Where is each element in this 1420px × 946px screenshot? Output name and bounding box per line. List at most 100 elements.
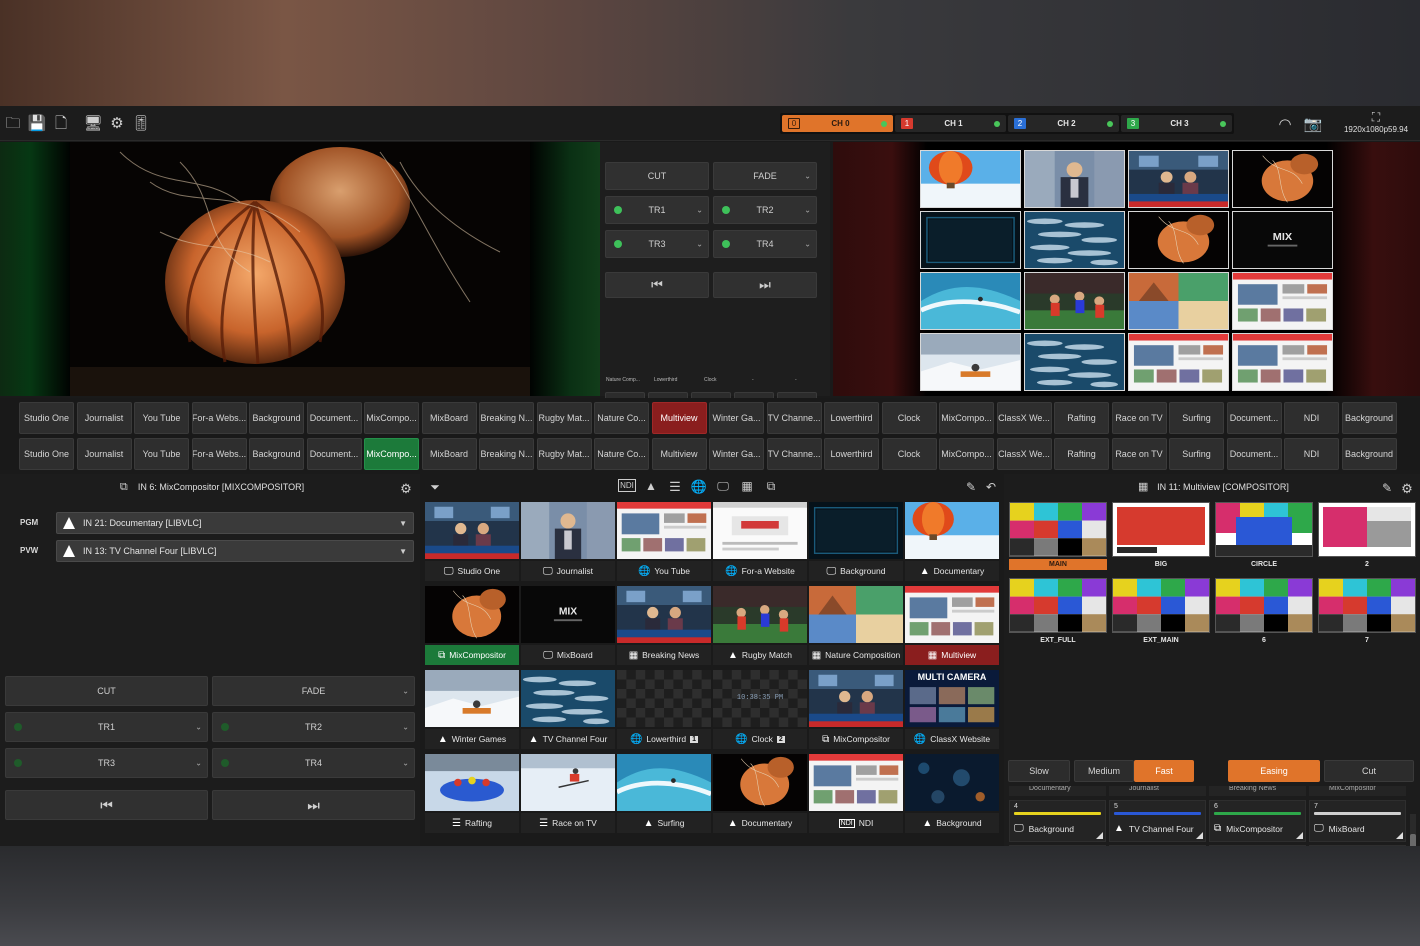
bus-source-button[interactable]: Rafting [1054, 438, 1109, 470]
gear-icon[interactable]: ⚙ [397, 478, 415, 498]
corner-resize-icon[interactable] [1196, 832, 1203, 839]
source-tile[interactable]: ▦ Nature Composition [809, 586, 903, 666]
speed-button-cut[interactable]: Cut [1324, 760, 1414, 782]
bus-source-button[interactable]: TV Channe... [766, 438, 822, 470]
bus-source-button[interactable]: Multiview [651, 438, 707, 470]
bus-source-button[interactable]: TV Channe... [766, 402, 822, 434]
source-tile[interactable]: ⧉ MixCompositor [425, 586, 519, 666]
bus-source-button[interactable]: MixCompo... [364, 438, 419, 470]
layout-preset-8[interactable]: 7 [1318, 578, 1416, 646]
multiview-input[interactable]: 10▦Nature Compos... [1209, 845, 1306, 846]
bus-source-button[interactable]: Surfing [1169, 402, 1224, 434]
bus-source-button[interactable]: Rugby Mat... [536, 438, 592, 470]
gear-icon[interactable]: ⚙ [108, 113, 126, 133]
skip-forward-button[interactable]: ⏭ [713, 272, 817, 298]
bus-source-button[interactable]: Journalist [76, 402, 132, 434]
preview-monitor[interactable] [0, 142, 600, 396]
corner-resize-icon[interactable] [1296, 832, 1303, 839]
bus-source-button[interactable]: MixCompo... [939, 402, 994, 434]
skip-forward-button[interactable]: ⏭ [212, 790, 415, 820]
multiview-input-cut[interactable]: Breaking News [1209, 786, 1306, 796]
source-tile[interactable]: 🖵 Studio One [425, 502, 519, 582]
open-folder-icon[interactable]: 🗀 [4, 113, 22, 133]
chevron-down-icon[interactable]: ⌄ [402, 687, 409, 696]
source-tile[interactable]: 🌐 You Tube [617, 502, 711, 582]
tr2-button[interactable]: TR2 ⌄ [212, 712, 415, 742]
channel-button-0[interactable]: 0 CH 0 [782, 115, 893, 132]
channel-button-2[interactable]: 2 CH 2 [1008, 115, 1119, 132]
corner-resize-icon[interactable] [1096, 832, 1103, 839]
bus-source-button[interactable]: Document... [306, 402, 362, 434]
tr3-button[interactable]: TR3 ⌄ [605, 230, 709, 258]
bus-source-button[interactable]: Breaking N... [479, 438, 534, 470]
source-tile[interactable]: 🖵 Background [809, 502, 903, 582]
speed-button-easing[interactable]: Easing [1228, 760, 1320, 782]
channel-button-1[interactable]: 1 CH 1 [895, 115, 1006, 132]
chevron-down-icon[interactable]: ⌄ [402, 759, 409, 768]
speed-button-medium[interactable]: Medium [1074, 760, 1134, 782]
speed-button-slow[interactable]: Slow [1008, 760, 1070, 782]
bus-source-button[interactable]: Race on TV [1111, 402, 1167, 434]
resolution-display[interactable]: ⛶ 1920x1080p59.94 [1336, 110, 1416, 134]
fade-button[interactable]: FADE ⌄ [212, 676, 415, 706]
tr3-button[interactable]: TR3 ⌄ [5, 748, 208, 778]
source-tile[interactable]: ☰ Race on TV [521, 754, 615, 834]
source-tile[interactable]: ▦ Multiview [905, 586, 999, 666]
bus-source-button[interactable]: Document... [306, 438, 362, 470]
bus-source-button[interactable]: Background [249, 402, 304, 434]
bus-source-button[interactable]: Studio One [19, 402, 74, 434]
multiview-input[interactable]: 4 🖵 Background [1009, 800, 1106, 842]
bus-source-button[interactable]: MixCompo... [939, 438, 994, 470]
multiview-filter-icon[interactable]: ▦ [738, 476, 756, 496]
source-tile[interactable]: NDI NDI [809, 754, 903, 834]
bus-source-button[interactable]: Document... [1226, 438, 1282, 470]
bus-source-button[interactable]: Background [1341, 402, 1397, 434]
layout-preset-6[interactable]: EXT_MAIN [1112, 578, 1210, 646]
skip-back-button[interactable]: ⏮ [5, 790, 208, 820]
bus-source-button[interactable]: For-a Webs... [191, 402, 247, 434]
multiview-input-cut[interactable]: Journalist [1109, 786, 1206, 796]
camera-filter-icon[interactable]: 🖵 [714, 476, 732, 496]
gear-icon[interactable]: ⚙ [1398, 478, 1416, 498]
source-tile[interactable]: 🌐 Lowerthird 1 [617, 670, 711, 750]
tr1-button[interactable]: TR1 ⌄ [605, 196, 709, 224]
multiview-input[interactable]: 9▲Rugby Match [1109, 845, 1206, 846]
bus-source-button[interactable]: Winter Ga... [709, 402, 764, 434]
skip-back-button[interactable]: ⏮ [605, 272, 709, 298]
bus-source-button[interactable]: Clock [881, 402, 937, 434]
tr4-button[interactable]: TR4 ⌄ [212, 748, 415, 778]
chevron-down-icon[interactable]: ⌄ [804, 172, 811, 181]
multiview-input[interactable]: 11▦Multiview [1309, 845, 1406, 846]
ndi-filter-icon[interactable]: NDI [618, 479, 636, 492]
source-tile[interactable]: ▲ Rugby Match [713, 586, 807, 666]
source-tile[interactable]: MIX 🖵 MixBoard [521, 586, 615, 666]
source-tile[interactable]: ▲ Documentary [713, 754, 807, 834]
chevron-down-icon[interactable]: ⌄ [195, 723, 202, 732]
edit-icon[interactable]: ✎ [1378, 478, 1396, 498]
source-tile[interactable]: ▲ Documentary [905, 502, 999, 582]
layout-preset-5[interactable]: EXT_FULL [1009, 578, 1107, 646]
tr2-button[interactable]: TR2 ⌄ [713, 196, 817, 224]
corner-resize-icon[interactable] [1396, 832, 1403, 839]
bus-source-button[interactable]: MixBoard [421, 438, 477, 470]
layout-preset-3[interactable]: CIRCLE [1215, 502, 1313, 570]
fade-button[interactable]: FADE ⌄ [713, 162, 817, 190]
multiview-input-cut[interactable]: MixCompositor [1309, 786, 1406, 796]
bus-source-button[interactable]: Rafting [1054, 402, 1109, 434]
chevron-down-icon[interactable]: ⌄ [696, 240, 703, 249]
bus-source-button[interactable]: ClassX We... [996, 438, 1052, 470]
tr1-button[interactable]: TR1 ⌄ [5, 712, 208, 742]
camera-icon[interactable]: 📷 [1304, 114, 1323, 134]
mixer-icon[interactable]: 🎚 [131, 113, 150, 133]
filter-icon[interactable]: ⏷ [426, 477, 444, 497]
chevron-down-icon[interactable]: ⌄ [402, 723, 409, 732]
chevron-down-icon[interactable]: ⌄ [195, 759, 202, 768]
multiview-input[interactable]: 8▲Surfing [1009, 845, 1106, 846]
source-tile[interactable]: 🌐 For-a Website [713, 502, 807, 582]
layout-preset-2[interactable]: BIG [1112, 502, 1210, 570]
chevron-down-icon[interactable]: ⌄ [696, 206, 703, 215]
bus-source-button[interactable]: NDI [1284, 438, 1339, 470]
speed-button-fast[interactable]: Fast [1134, 760, 1194, 782]
bus-source-button[interactable]: Nature Co... [594, 438, 649, 470]
source-tile[interactable]: ▲ Winter Games [425, 670, 519, 750]
